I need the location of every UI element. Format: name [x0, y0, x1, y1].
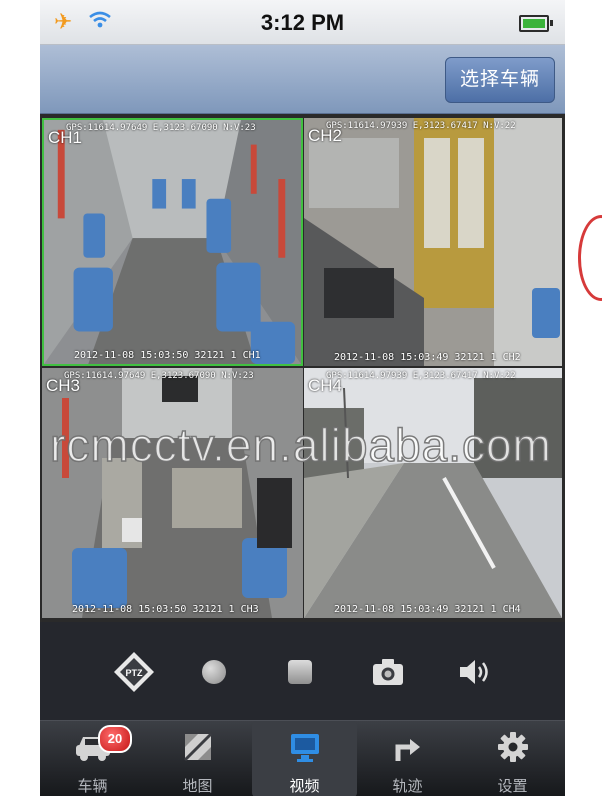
snapshot-button[interactable]	[366, 650, 410, 694]
road-view-feed	[304, 368, 562, 618]
tab-video[interactable]: 视频	[252, 721, 357, 796]
tab-label: 视频	[289, 778, 320, 795]
gps-readout: GPS:11614.97939 E,3123.67417 N:V:22	[326, 121, 516, 131]
gps-readout: GPS:11614.97649 E,3123.67090 N:V:23	[66, 123, 256, 133]
channel-label: CH1	[48, 128, 83, 147]
record-button[interactable]	[192, 650, 236, 694]
ptz-label: PTZ	[126, 668, 144, 678]
select-vehicle-button[interactable]: 选择车辆	[444, 57, 555, 103]
gear-icon	[497, 732, 528, 762]
channel-label: CH3	[46, 376, 81, 395]
track-icon	[395, 739, 420, 761]
audio-button[interactable]	[452, 650, 496, 694]
tab-map[interactable]: 地图	[145, 721, 250, 796]
navigation-bar: 选择车辆	[40, 45, 565, 114]
tab-label: 地图	[182, 778, 213, 795]
battery-icon	[519, 15, 553, 32]
map-icon	[183, 732, 212, 762]
stop-icon	[288, 660, 312, 684]
playback-controls: PTZ	[40, 622, 565, 720]
channel-label: CH4	[308, 376, 343, 395]
gps-readout: GPS:11614.97939 E,3123.67417 N:V:22	[326, 371, 516, 381]
video-channel-3[interactable]: GPS:11614.97649 E,3123.67090 N:V:23 CH3 …	[42, 368, 303, 618]
video-channel-2[interactable]: GPS:11614.97939 E,3123.67417 N:V:22 CH2 …	[304, 118, 562, 366]
gps-readout: GPS:11614.97649 E,3123.67090 N:V:23	[64, 371, 254, 381]
speaker-icon	[460, 660, 488, 684]
notification-badge: 20	[98, 725, 132, 753]
tab-bar: 20 车辆 地图 视频 轨迹 设置	[40, 720, 565, 796]
stop-button[interactable]	[278, 650, 322, 694]
phone-screen: ✈ 3:12 PM 选择车辆 GPS:11614.97649 E,3123.67…	[40, 0, 565, 796]
bus-interior-feed	[44, 120, 301, 364]
bus-door-feed	[304, 118, 562, 366]
camera-icon	[373, 659, 403, 685]
tab-track[interactable]: 轨迹	[355, 721, 460, 796]
timestamp-overlay: 2012-11-08 15:03:49 32121 1 CH4	[334, 604, 521, 615]
video-channel-4[interactable]: GPS:11614.97939 E,3123.67417 N:V:22 CH4 …	[304, 368, 562, 618]
bus-front-feed	[42, 368, 303, 618]
status-bar: ✈ 3:12 PM	[40, 0, 565, 45]
timestamp-overlay: 2012-11-08 15:03:50 32121 1 CH3	[72, 604, 259, 615]
ptz-control-button[interactable]: PTZ	[112, 650, 156, 694]
tab-label: 设置	[497, 778, 528, 795]
video-grid: GPS:11614.97649 E,3123.67090 N:V:23 CH1 …	[40, 114, 565, 622]
record-icon	[202, 660, 226, 684]
video-icon	[290, 734, 319, 762]
tab-label: 轨迹	[392, 778, 423, 795]
video-channel-1[interactable]: GPS:11614.97649 E,3123.67090 N:V:23 CH1 …	[42, 118, 303, 366]
timestamp-overlay: 2012-11-08 15:03:49 32121 1 CH2	[334, 352, 521, 363]
ptz-icon: PTZ	[114, 652, 154, 692]
status-time: 3:12 PM	[260, 10, 345, 35]
tab-settings[interactable]: 设置	[460, 721, 565, 796]
tab-vehicles[interactable]: 20 车辆	[40, 721, 145, 796]
red-annotation-mark	[578, 215, 602, 301]
tab-label: 车辆	[77, 778, 108, 795]
channel-label: CH2	[308, 126, 343, 145]
timestamp-overlay: 2012-11-08 15:03:50 32121 1 CH1	[74, 350, 261, 361]
